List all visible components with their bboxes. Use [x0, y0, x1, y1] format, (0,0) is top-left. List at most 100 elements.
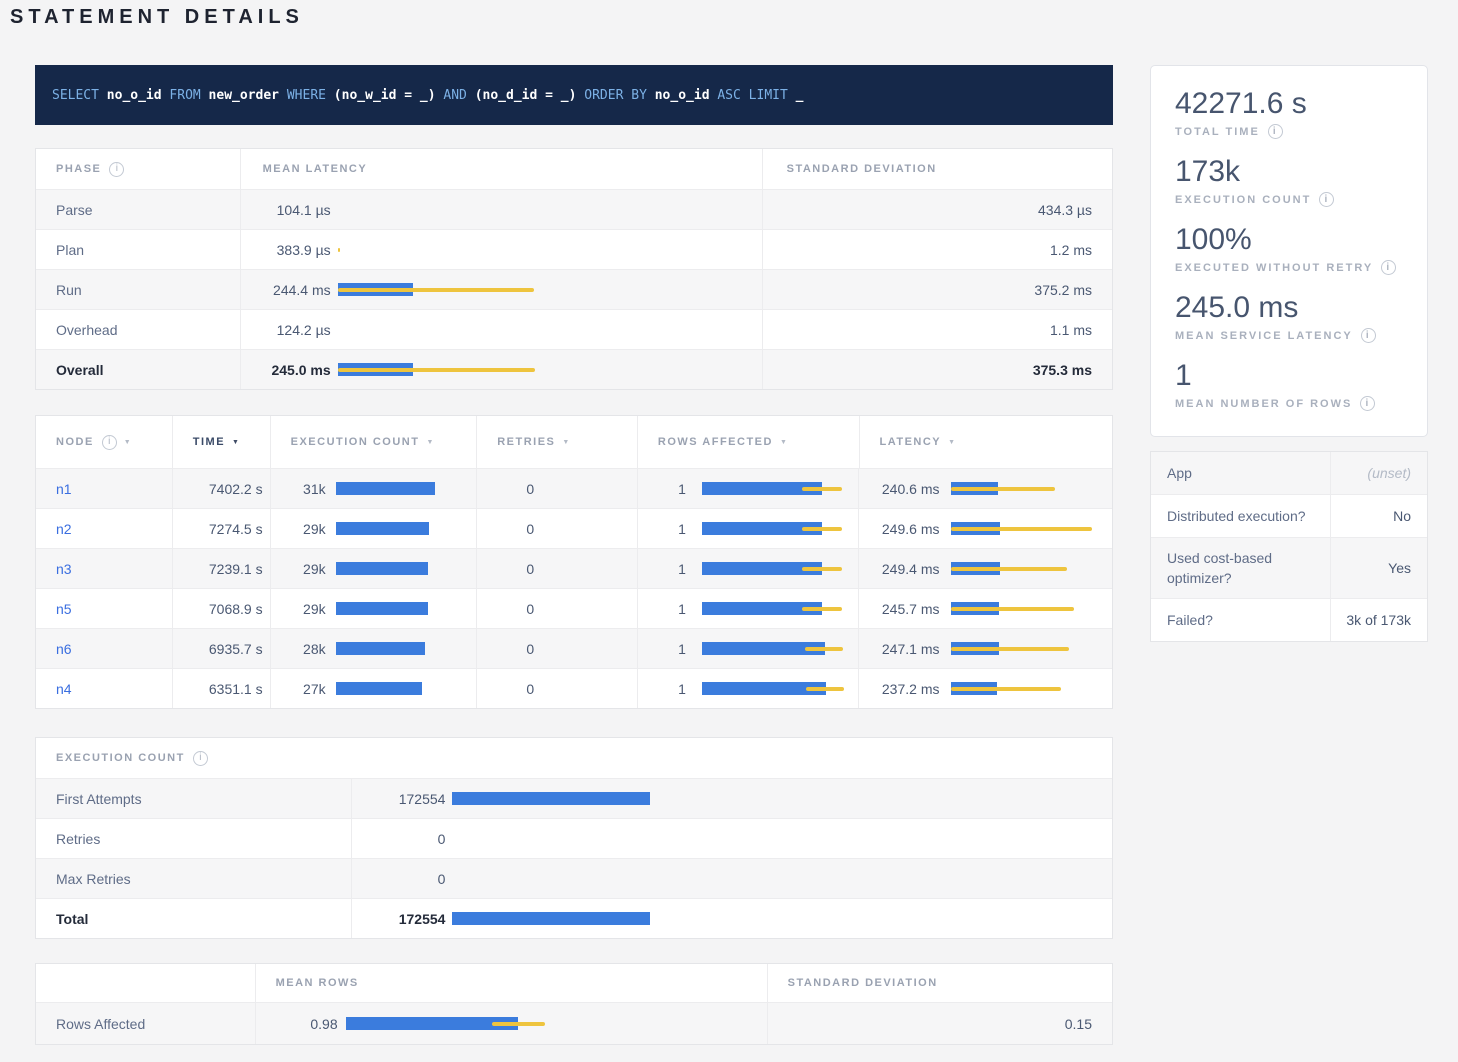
sort-arrow-icon	[780, 433, 787, 451]
bar-stddev	[802, 567, 842, 571]
time-value: 6935.7 s	[209, 641, 263, 657]
standard-deviation-column-header: STANDARD DEVIATION	[787, 163, 937, 175]
col-header-time[interactable]: TIME	[173, 416, 271, 468]
exec-row-value: 0	[352, 831, 445, 847]
node-link[interactable]: n3	[56, 561, 72, 577]
table-row: First Attempts 172554	[36, 778, 1112, 818]
attribute-label: Distributed execution?	[1151, 495, 1331, 537]
attribute-value: No	[1331, 495, 1427, 537]
sql-statement-box: SELECT no_o_id FROM new_order WHERE (no_…	[35, 65, 1113, 125]
stddev-value: 375.2 ms	[1034, 282, 1092, 298]
rows-affected-value: 1	[638, 561, 686, 577]
mean-latency-column-header: MEAN LATENCY	[241, 163, 368, 175]
rows-affected-value: 1	[638, 641, 686, 657]
info-icon[interactable]	[1361, 328, 1376, 343]
phase-label: Plan	[56, 242, 84, 258]
bar-stddev	[951, 647, 1069, 651]
stat-value: 245.0 ms	[1175, 291, 1403, 325]
count-bar	[452, 792, 662, 806]
stat-total-time: 42271.6 s TOTAL TIME	[1175, 87, 1403, 139]
exec-row-value: 172554	[352, 911, 445, 927]
bar-stddev	[806, 687, 844, 691]
info-icon[interactable]	[102, 435, 117, 450]
info-icon[interactable]	[109, 162, 124, 177]
phase-label: Run	[56, 282, 82, 298]
mean-latency-value: 104.1 µs	[241, 202, 331, 218]
bar-mean	[336, 562, 428, 575]
bar-mean	[336, 682, 422, 695]
table-row: Retries 0	[36, 818, 1112, 858]
time-value: 7402.2 s	[209, 481, 263, 497]
execution-count-value: 27k	[271, 681, 326, 697]
stat-executed-without-retry: 100% EXECUTED WITHOUT RETRY	[1175, 223, 1403, 275]
node-link[interactable]: n1	[56, 481, 72, 497]
bar-stddev	[951, 607, 1074, 611]
bar-stddev	[802, 487, 842, 491]
col-header-rows-affected[interactable]: ROWS AFFECTED	[638, 416, 860, 468]
col-header-retries[interactable]: RETRIES	[477, 416, 638, 468]
stat-value: 42271.6 s	[1175, 87, 1403, 121]
node-table-row: n5 7068.9 s 29k 0 1 245.7 ms	[36, 588, 1112, 628]
rows-affected-table-header: MEAN ROWS STANDARD DEVIATION	[36, 964, 1112, 1002]
rows-affected-label: Rows Affected	[56, 1016, 145, 1032]
sort-arrow-icon	[948, 433, 955, 451]
node-link[interactable]: n4	[56, 681, 72, 697]
rows-affected-bar	[702, 642, 852, 656]
node-link[interactable]: n6	[56, 641, 72, 657]
stat-execution-count: 173k EXECUTION COUNT	[1175, 155, 1403, 207]
execution-count-title: EXECUTION COUNT	[56, 752, 185, 764]
col-header-execution-count[interactable]: EXECUTION COUNT	[271, 416, 478, 468]
latency-value: 245.7 ms	[859, 601, 939, 617]
time-value: 6351.1 s	[209, 681, 263, 697]
exec-row-label: Retries	[56, 831, 100, 847]
node-link[interactable]: n2	[56, 521, 72, 537]
info-icon[interactable]	[193, 751, 208, 766]
retries-value: 0	[477, 561, 534, 577]
mean-rows-column-header: MEAN ROWS	[276, 977, 359, 989]
attribute-row: Used cost-based optimizer? Yes	[1151, 537, 1427, 598]
execution-count-bar	[336, 562, 471, 576]
bar-mean	[336, 522, 429, 535]
mean-rows-value: 0.98	[256, 1016, 338, 1032]
execution-count-table: EXECUTION COUNT First Attempts 172554 Re…	[35, 737, 1113, 939]
table-row: Rows Affected 0.98 0.15	[36, 1002, 1112, 1044]
attribute-row: Distributed execution? No	[1151, 494, 1427, 537]
execution-count-value: 29k	[271, 601, 326, 617]
stat-value: 173k	[1175, 155, 1403, 189]
rows-affected-bar	[702, 602, 852, 616]
info-icon[interactable]	[1360, 396, 1375, 411]
node-link[interactable]: n5	[56, 601, 72, 617]
node-table-row: n6 6935.7 s 28k 0 1 247.1 ms	[36, 628, 1112, 668]
exec-row-value: 0	[352, 871, 445, 887]
node-table-header: NODE TIME EXECUTION COUNT RETRIES ROWS A…	[36, 416, 1112, 468]
attribute-label: Failed?	[1151, 599, 1331, 641]
col-header-latency[interactable]: LATENCY	[860, 416, 1113, 468]
bar-stddev	[802, 527, 842, 531]
mean-latency-value: 383.9 µs	[241, 242, 331, 258]
standard-deviation-column-header: STANDARD DEVIATION	[788, 977, 938, 989]
page-title: STATEMENT DETAILS	[10, 6, 304, 29]
bar-stddev	[338, 368, 535, 372]
execution-count-bar	[336, 482, 471, 496]
info-icon[interactable]	[1381, 260, 1396, 275]
attribute-row: App (unset)	[1151, 452, 1427, 494]
execution-count-value: 29k	[271, 521, 326, 537]
bar-mean	[336, 642, 425, 655]
latency-bar	[951, 482, 1101, 496]
sql-keyword: ORDER BY	[576, 88, 646, 103]
info-icon[interactable]	[1268, 124, 1283, 139]
sql-identifier: _	[788, 88, 804, 103]
info-icon[interactable]	[1319, 192, 1334, 207]
latency-value: 240.6 ms	[859, 481, 939, 497]
stat-label: MEAN NUMBER OF ROWS	[1175, 398, 1352, 410]
attribute-label: App	[1151, 452, 1331, 494]
latency-bar	[951, 562, 1101, 576]
sql-identifier: (no_d_id = _)	[467, 88, 577, 103]
sort-arrow-icon	[562, 433, 569, 451]
col-header-node[interactable]: NODE	[36, 416, 173, 468]
attribute-label: Used cost-based optimizer?	[1151, 538, 1331, 598]
bar-stddev	[951, 687, 1061, 691]
retries-value: 0	[477, 641, 534, 657]
mean-latency-value: 244.4 ms	[241, 282, 331, 298]
bar-stddev	[338, 248, 340, 252]
